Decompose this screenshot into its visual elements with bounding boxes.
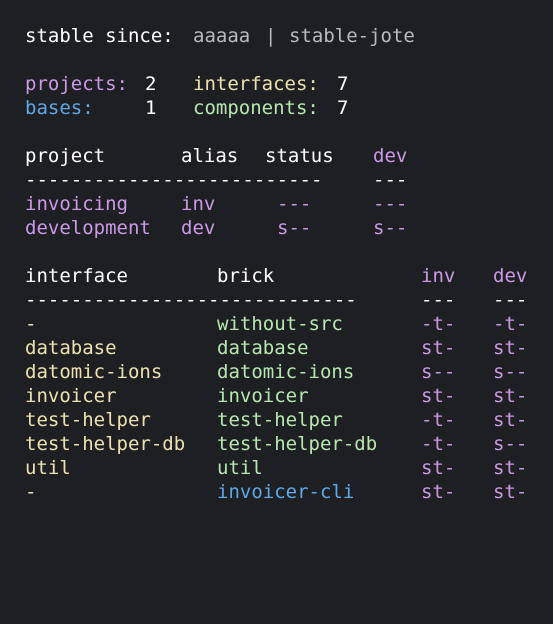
stable-tag: stable-jote	[289, 25, 415, 47]
brick-row: invoicer invoicer st- st-	[25, 384, 527, 408]
stable-separator: |	[265, 25, 277, 47]
brick-dev-status: st-	[493, 457, 528, 479]
components-count-label: components:	[193, 97, 319, 119]
brick-interface: invoicer	[25, 385, 117, 407]
bricks-table-header: interface brick inv dev	[25, 264, 527, 288]
brick-row: util util st- st-	[25, 456, 527, 480]
brick-row: database database st- st-	[25, 336, 527, 360]
brick-name: util	[217, 457, 263, 479]
project-name: development	[25, 217, 151, 239]
bases-count-value: 1	[145, 97, 157, 119]
project-row: development dev s-- s--	[25, 216, 407, 240]
project-status: s--	[277, 217, 312, 239]
brick-inv-status: -t-	[421, 433, 456, 455]
counts-line-1: projects: 2 interfaces: 7	[25, 72, 348, 96]
brick-dev-status: st-	[493, 385, 528, 407]
brick-dev-status: st-	[493, 337, 528, 359]
brick-name: database	[217, 337, 309, 359]
brick-inv-status: st-	[421, 481, 456, 503]
brick-dev-status: st-	[493, 481, 528, 503]
project-dev: ---	[373, 193, 408, 215]
brick-interface: -	[25, 313, 37, 335]
project-name: invoicing	[25, 193, 128, 215]
brick-interface: -	[25, 481, 37, 503]
header-interface: interface	[25, 265, 128, 287]
brick-inv-status: s--	[421, 361, 456, 383]
brick-name: test-helper-db	[217, 433, 378, 455]
projects-count-label: projects:	[25, 73, 128, 95]
header-alias: alias	[181, 145, 239, 167]
brick-name: datomic-ions	[217, 361, 355, 383]
brick-dev-status: -t-	[493, 313, 528, 335]
bricks-table-separator: ----------------------------- --- ---	[25, 288, 527, 312]
brick-row: test-helper-db test-helper-db -t- s--	[25, 432, 527, 456]
stable-since-label: stable since:	[25, 25, 174, 47]
brick-inv-status: st-	[421, 385, 456, 407]
header-dev: dev	[493, 265, 528, 287]
header-brick: brick	[217, 265, 275, 287]
brick-row: datomic-ions datomic-ions s-- s--	[25, 360, 527, 384]
brick-dev-status: s--	[493, 361, 528, 383]
project-alias: dev	[181, 217, 216, 239]
brick-name: test-helper	[217, 409, 343, 431]
brick-dev-status: s--	[493, 433, 528, 455]
projects-count-value: 2	[145, 73, 157, 95]
projects-table-separator: -------------------------- ---	[25, 168, 407, 192]
interfaces-count-label: interfaces:	[193, 73, 319, 95]
header-status: status	[265, 145, 334, 167]
brick-interface: database	[25, 337, 117, 359]
bases-count-label: bases:	[25, 97, 94, 119]
project-dev: s--	[373, 217, 408, 239]
brick-name: without-src	[217, 313, 343, 335]
stable-sha: aaaaa	[193, 25, 251, 47]
brick-interface: util	[25, 457, 71, 479]
interfaces-count-value: 7	[337, 73, 349, 95]
brick-row: test-helper test-helper -t- st-	[25, 408, 527, 432]
brick-inv-status: st-	[421, 457, 456, 479]
separator-main: --------------------------	[25, 169, 323, 191]
project-alias: inv	[181, 193, 216, 215]
separator-inv: ---	[421, 289, 456, 311]
brick-row: - without-src -t- -t-	[25, 312, 527, 336]
project-row: invoicing inv --- ---	[25, 192, 407, 216]
brick-interface: test-helper	[25, 409, 151, 431]
brick-inv-status: st-	[421, 337, 456, 359]
brick-inv-status: -t-	[421, 313, 456, 335]
brick-interface: datomic-ions	[25, 361, 163, 383]
separator-dev: ---	[493, 289, 528, 311]
stable-since-line: stable since: aaaaa | stable-jote	[25, 24, 415, 48]
header-inv: inv	[421, 265, 456, 287]
header-project: project	[25, 145, 106, 167]
projects-table-header: project alias status dev	[25, 144, 407, 168]
counts-line-2: bases: 1 components: 7	[25, 96, 348, 120]
brick-inv-status: -t-	[421, 409, 456, 431]
brick-row: - invoicer-cli st- st-	[25, 480, 527, 504]
project-status: ---	[277, 193, 312, 215]
brick-name: invoicer	[217, 385, 309, 407]
header-dev: dev	[373, 145, 408, 167]
brick-name: invoicer-cli	[217, 481, 355, 503]
separator-main: -----------------------------	[25, 289, 357, 311]
components-count-value: 7	[337, 97, 349, 119]
brick-interface: test-helper-db	[25, 433, 186, 455]
separator-dev: ---	[373, 169, 408, 191]
brick-dev-status: st-	[493, 409, 528, 431]
